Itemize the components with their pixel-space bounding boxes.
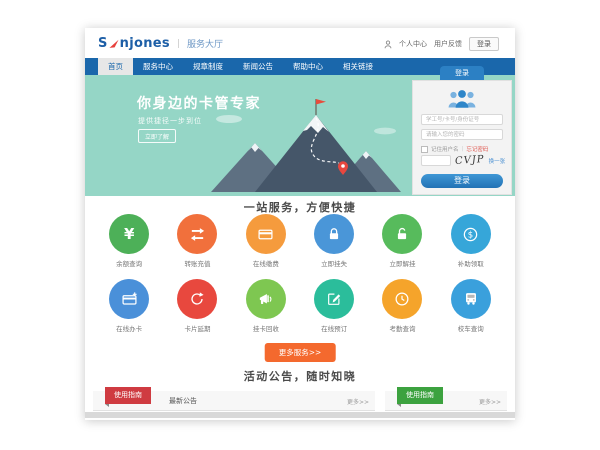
nav-item-help[interactable]: 帮助中心 (283, 58, 333, 75)
logo-divider: | (177, 39, 180, 49)
users-icon (413, 87, 511, 113)
service-item-unfreeze[interactable]: 立即解挂 (368, 214, 436, 268)
service-label: 校车查询 (458, 323, 484, 333)
svg-text:$: $ (468, 230, 473, 240)
left-ribbon-tab[interactable]: 使用指南 (105, 387, 151, 404)
service-item-subsidy[interactable]: $ 补助领取 (437, 214, 505, 268)
remember-label: 记住用户名 (431, 145, 459, 153)
service-label: 考勤查询 (389, 323, 415, 333)
nav-item-news[interactable]: 新闻公告 (233, 58, 283, 75)
header: S njones | 服务大厅 个人中心 用户反馈 登录 (85, 28, 515, 58)
unlock-icon (394, 226, 410, 242)
captcha-row: CVJP 换一张 (421, 155, 505, 166)
logo-arrow-icon (109, 39, 119, 49)
service-label: 在线预订 (321, 323, 347, 333)
cloud-shape (374, 128, 396, 135)
password-input[interactable] (421, 129, 503, 140)
announcements-section-title: 活动公告，随时知晓 (85, 368, 515, 384)
service-label: 补助领取 (458, 258, 484, 268)
bus-icon (463, 291, 479, 307)
service-item-pay[interactable]: 在线缴费 (232, 214, 300, 268)
logo-text-prefix: S (98, 36, 108, 51)
guide-panel-left: 使用指南 最新公告 更多>> (93, 391, 375, 411)
username-input[interactable] (421, 114, 503, 125)
captcha-input[interactable] (421, 155, 451, 166)
service-item-balance[interactable]: ¥ 余额查询 (95, 214, 163, 268)
service-item-booking[interactable]: 在线预订 (300, 279, 368, 333)
page: S njones | 服务大厅 个人中心 用户反馈 登录 首页 服务中心 规章制… (85, 28, 515, 420)
right-ribbon-tab[interactable]: 使用指南 (397, 387, 443, 404)
logo-product-name: 服务大厅 (187, 37, 223, 50)
captcha-image: CVJP (455, 154, 485, 167)
yen-icon: ¥ (124, 227, 134, 242)
flag-icon (316, 99, 326, 105)
service-label: 立即解挂 (389, 258, 415, 268)
mountain-illustration (203, 97, 403, 196)
header-login-button[interactable]: 登录 (469, 37, 499, 51)
right-more-link[interactable]: 更多>> (479, 397, 501, 406)
lock-icon (326, 226, 342, 242)
cloud-shape (216, 115, 242, 123)
nav-item-rules[interactable]: 规章制度 (183, 58, 233, 75)
remember-checkbox[interactable] (421, 146, 428, 153)
logo: S njones | 服务大厅 (98, 36, 223, 51)
service-item-card-recycle[interactable]: 挂卡回收 (232, 279, 300, 333)
service-label: 余额查询 (116, 258, 142, 268)
login-submit-button[interactable]: 登录 (421, 174, 503, 188)
feedback-link[interactable]: 用户反馈 (434, 39, 462, 49)
nav-item-links[interactable]: 相关链接 (333, 58, 383, 75)
coin-icon: $ (462, 226, 479, 243)
service-label: 在线缴费 (253, 258, 279, 268)
transfer-icon (189, 226, 206, 243)
service-item-card-renew[interactable]: 卡片延期 (163, 279, 231, 333)
footer-strip (85, 412, 515, 418)
logo-text-suffix: njones (120, 36, 170, 51)
nav-item-home[interactable]: 首页 (98, 58, 133, 75)
hero-subtitle: 提供捷径一步到位 (138, 116, 202, 126)
nav-item-service-center[interactable]: 服务中心 (133, 58, 183, 75)
header-actions: 个人中心 用户反馈 登录 (384, 37, 499, 51)
login-panel: 记住用户名 | 忘记密码 CVJP 换一张 登录 (412, 80, 512, 195)
service-item-report-loss[interactable]: 立即挂失 (300, 214, 368, 268)
service-label: 挂卡回收 (253, 323, 279, 333)
person-icon (384, 40, 392, 49)
login-tab[interactable]: 登录 (440, 66, 484, 80)
service-label: 在线办卡 (116, 323, 142, 333)
remember-row: 记住用户名 | 忘记密码 (421, 145, 505, 153)
service-item-school-bus[interactable]: 校车查询 (437, 279, 505, 333)
more-services-button[interactable]: 更多服务>> (265, 343, 336, 362)
card-icon (257, 226, 274, 243)
services-section-title: 一站服务，方便快捷 (85, 199, 515, 215)
service-item-attendance[interactable]: 考勤查询 (368, 279, 436, 333)
service-item-transfer[interactable]: 转账充值 (163, 214, 231, 268)
service-label: 卡片延期 (184, 323, 210, 333)
megaphone-icon (257, 291, 274, 308)
edit-icon (326, 291, 342, 307)
divider: | (462, 146, 464, 152)
card-plus-icon (121, 291, 138, 308)
latest-announcements-tab[interactable]: 最新公告 (169, 396, 197, 406)
guide-panel-right: 使用指南 更多>> (385, 391, 507, 411)
forgot-password-link[interactable]: 忘记密码 (466, 145, 488, 153)
services-grid: ¥ 余额查询 转账充值 (95, 214, 505, 344)
captcha-refresh-link[interactable]: 换一张 (489, 157, 506, 165)
renew-icon (189, 291, 205, 307)
user-center-link[interactable]: 个人中心 (399, 39, 427, 49)
clock-icon (394, 291, 410, 307)
service-label: 转账充值 (184, 258, 210, 268)
left-more-link[interactable]: 更多>> (347, 397, 369, 406)
service-item-new-card[interactable]: 在线办卡 (95, 279, 163, 333)
service-label: 立即挂失 (321, 258, 347, 268)
hero-cta-button[interactable]: 立即了解 (138, 129, 176, 143)
